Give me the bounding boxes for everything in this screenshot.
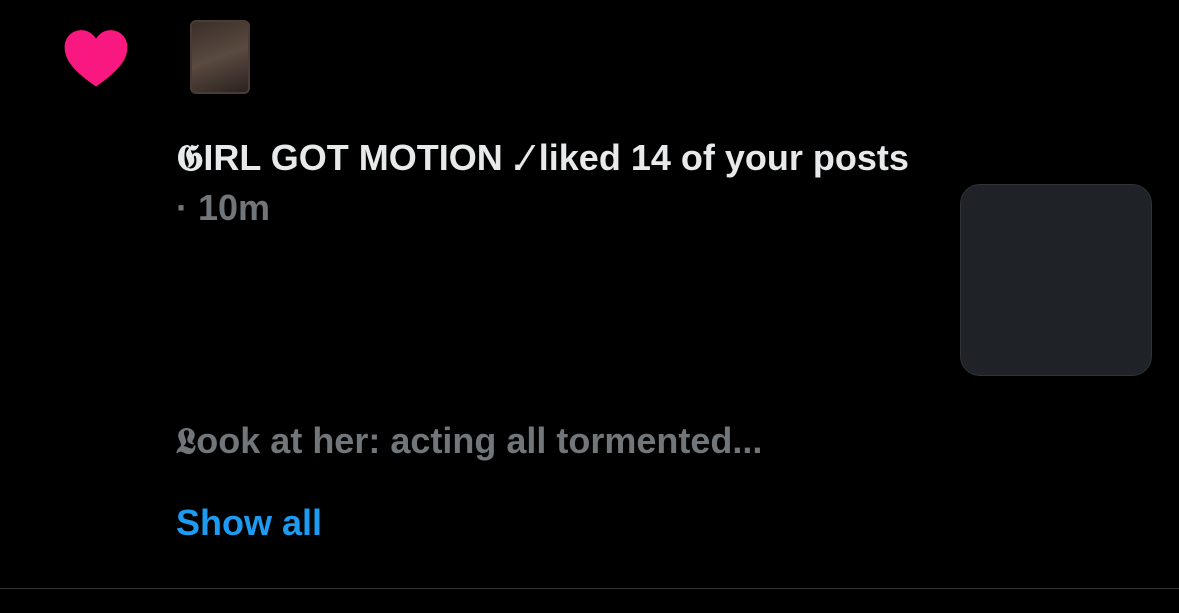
post-thumbnail[interactable] — [960, 184, 1152, 376]
separator: · — [176, 187, 198, 228]
actor-name[interactable]: 𝕲IRL GOT MOTION .⁄ — [176, 137, 529, 178]
divider — [0, 588, 1179, 589]
avatar[interactable] — [190, 20, 250, 94]
timestamp: 10m — [198, 187, 271, 228]
heart-icon — [64, 30, 128, 87]
like-notification[interactable]: 𝕲IRL GOT MOTION .⁄ liked 14 of your post… — [0, 0, 1179, 588]
post-preview-text: 𝕷ook at her: acting all tormented... — [176, 420, 763, 461]
notification-headline: 𝕲IRL GOT MOTION .⁄ liked 14 of your post… — [176, 133, 916, 233]
action-text: liked 14 of your posts — [528, 137, 909, 178]
show-all-link[interactable]: Show all — [176, 498, 322, 548]
